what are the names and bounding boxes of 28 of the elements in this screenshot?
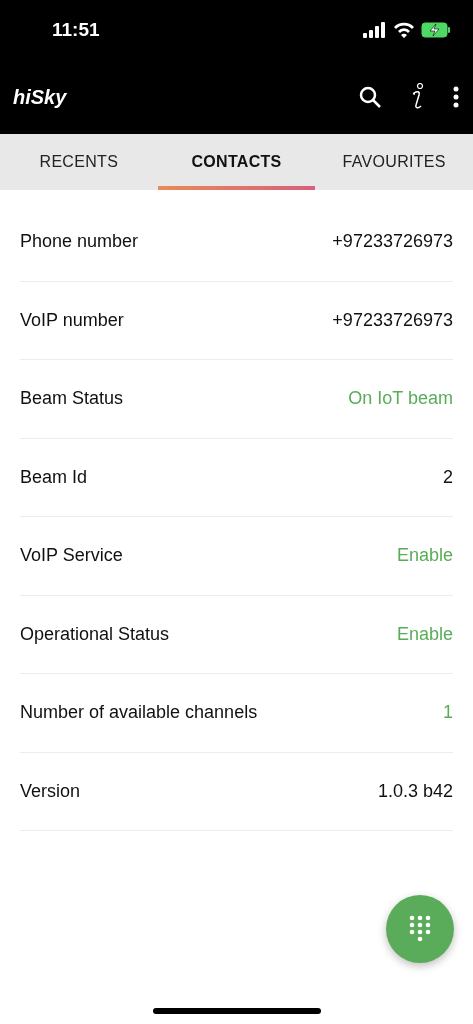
field-value: +97233726973 bbox=[332, 231, 453, 253]
field-value: 1 bbox=[443, 702, 453, 724]
field-value: On IoT beam bbox=[348, 388, 453, 410]
field-value: 1.0.3 b42 bbox=[377, 780, 453, 802]
dialpad-icon bbox=[409, 915, 431, 943]
field-value: Enable bbox=[396, 623, 453, 645]
field-value: Enable bbox=[396, 545, 453, 567]
field-label: Beam Status bbox=[20, 388, 124, 410]
field-label: VoIP Service bbox=[20, 545, 123, 567]
dialpad-button[interactable] bbox=[386, 895, 454, 963]
field-label: Number of available channels bbox=[20, 702, 258, 724]
search-icon[interactable] bbox=[359, 86, 381, 108]
app-logo: hiSky bbox=[13, 85, 68, 109]
status-time: 11:51 bbox=[52, 19, 100, 41]
more-icon[interactable] bbox=[453, 86, 459, 108]
field-label: Phone number bbox=[20, 231, 139, 253]
field-label: Beam Id bbox=[20, 466, 88, 488]
field-value: 2 bbox=[443, 466, 453, 488]
field-label: Version bbox=[20, 780, 81, 802]
field-label: VoIP number bbox=[20, 309, 124, 331]
tab[interactable]: RECENTS bbox=[0, 134, 158, 190]
wifi-icon bbox=[393, 22, 415, 38]
field-label: Operational Status bbox=[20, 623, 170, 645]
tab[interactable]: FAVOURITES bbox=[315, 134, 473, 190]
battery-icon bbox=[421, 22, 451, 38]
signal-icon bbox=[363, 22, 387, 38]
tab[interactable]: CONTACTS bbox=[157, 134, 316, 190]
field-value: +97233726973 bbox=[332, 309, 453, 331]
